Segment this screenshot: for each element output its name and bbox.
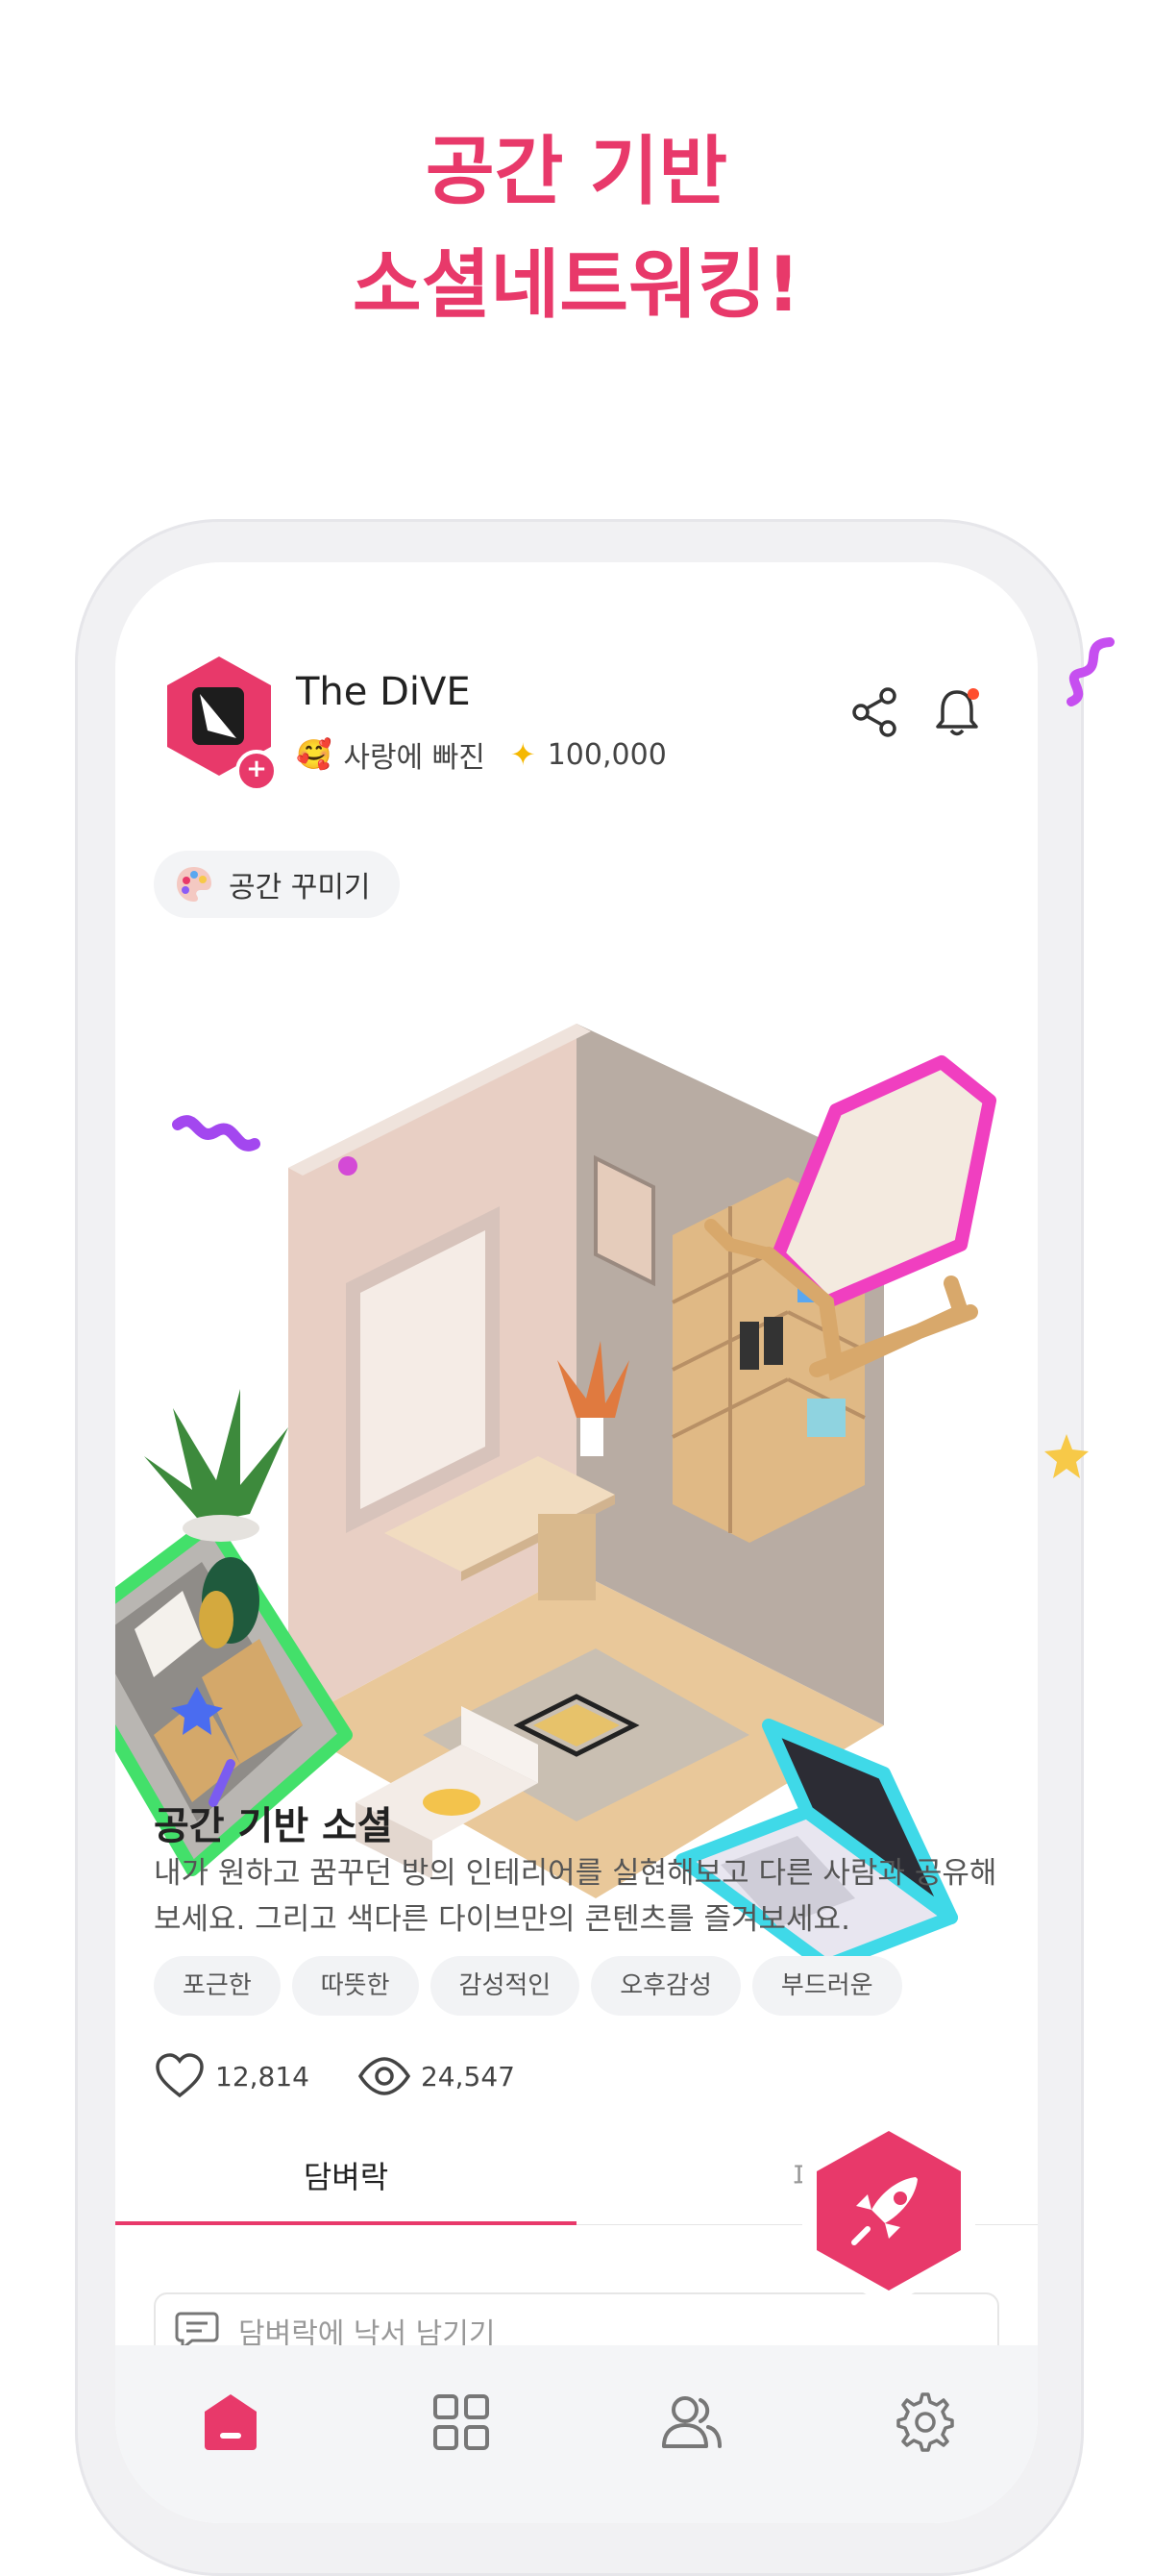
headline-line1: 공간 기반	[425, 129, 728, 215]
grid-icon[interactable]	[428, 2389, 495, 2456]
tag-chip[interactable]: 오후감성	[591, 1956, 741, 2016]
home-icon[interactable]	[197, 2389, 264, 2456]
tag-chip[interactable]: 부드러운	[751, 1956, 902, 2016]
headline-line2: 소셜네트워킹!	[352, 242, 801, 329]
heart-icon[interactable]	[154, 2052, 206, 2100]
sparkle-icon: ✦	[509, 736, 536, 773]
tag-list: 포근한 따뜻한 감성적인 오후감성 부드러운	[154, 1956, 902, 2016]
share-icon[interactable]	[846, 682, 905, 742]
status-row: 🥰 사랑에 빠진 ✦ 100,000	[296, 733, 667, 776]
bell-icon[interactable]	[927, 682, 987, 742]
views-count: 24,547	[420, 2060, 515, 2093]
headline: 공간 기반 소셜네트워킹!	[0, 115, 1153, 342]
post-stats: 12,814 24,547	[154, 2052, 515, 2100]
tag-chip[interactable]: 따뜻한	[291, 1956, 419, 2016]
settings-icon[interactable]	[889, 2389, 956, 2456]
active-tab-indicator	[115, 2221, 576, 2225]
star-icon	[1044, 1434, 1089, 1478]
tag-chip[interactable]: 감성적인	[429, 1956, 580, 2016]
eye-icon	[357, 2057, 411, 2095]
mood-emoji: 🥰	[296, 737, 332, 772]
tab-wall[interactable]: 담벼락	[115, 2129, 576, 2225]
bottom-nav	[115, 2345, 1038, 2523]
post-title: 공간 기반 소셜	[154, 1804, 393, 1848]
post-description: 내가 원하고 꿈꾸던 방의 인테리어를 실현해보고 다른 사람과 공유해 보세요…	[154, 1856, 997, 1937]
points-value: 100,000	[547, 737, 667, 772]
likes-count: 12,814	[215, 2060, 309, 2093]
rocket-fab-button[interactable]	[793, 2110, 985, 2312]
tag-chip[interactable]: 포근한	[154, 1956, 281, 2016]
confetti-squiggle-icon	[1067, 637, 1115, 706]
friends-icon[interactable]	[658, 2389, 725, 2456]
mood-label: 사랑에 빠진	[343, 741, 485, 775]
app-name: The DiVE	[296, 670, 471, 714]
add-profile-badge[interactable]: +	[235, 750, 278, 792]
phone-screen: + The DiVE 🥰 사랑에 빠진 ✦ 100,000 공간 꾸미기 공간 …	[115, 562, 1038, 2523]
